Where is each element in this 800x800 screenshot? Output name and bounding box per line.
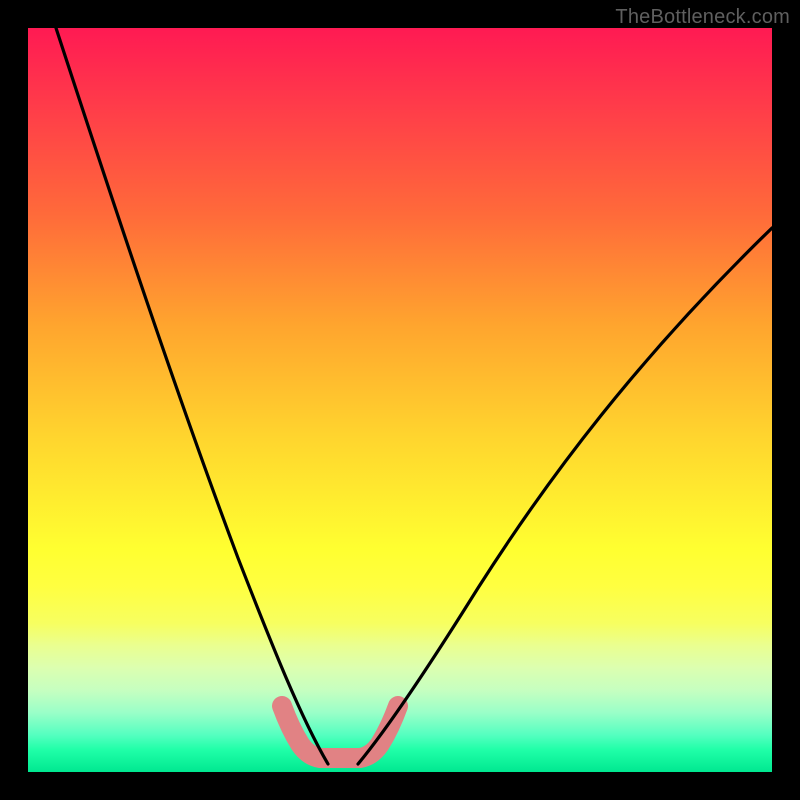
watermark-text: TheBottleneck.com: [615, 6, 790, 29]
right-curve: [358, 228, 772, 764]
left-curve: [56, 28, 328, 764]
trough-highlight: [282, 706, 398, 758]
chart-svg: [28, 28, 772, 772]
chart-plot-area: [28, 28, 772, 772]
